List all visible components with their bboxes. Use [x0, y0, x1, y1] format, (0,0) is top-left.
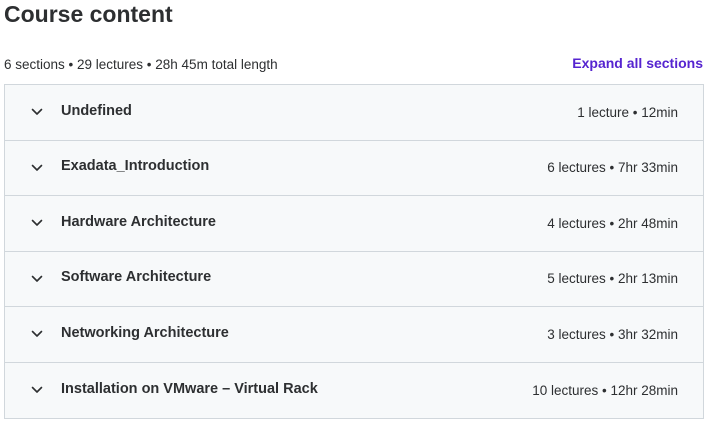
chevron-down-icon — [31, 219, 61, 227]
page-title: Course content — [4, 1, 173, 27]
section-item[interactable]: Software Architecture 5 lectures • 2hr 1… — [5, 251, 703, 307]
section-title: Installation on VMware – Virtual Rack — [61, 380, 318, 397]
section-meta: 10 lectures • 12hr 28min — [532, 382, 678, 398]
section-item[interactable]: Installation on VMware – Virtual Rack 10… — [5, 362, 703, 418]
chevron-down-icon — [31, 386, 61, 394]
section-title: Networking Architecture — [61, 324, 229, 341]
section-title: Exadata_Introduction — [61, 158, 210, 175]
section-list: Undefined 1 lecture • 12min Exadata_Intr… — [4, 84, 704, 419]
section-item[interactable]: Hardware Architecture 4 lectures • 2hr 4… — [5, 196, 703, 252]
section-title: Hardware Architecture — [61, 213, 216, 230]
section-title: Software Architecture — [61, 269, 212, 286]
chevron-down-icon — [31, 108, 61, 116]
section-meta: 5 lectures • 2hr 13min — [547, 271, 678, 287]
section-meta: 4 lectures • 2hr 48min — [547, 215, 678, 231]
section-meta: 6 lectures • 7hr 33min — [547, 160, 678, 176]
section-title: Undefined — [61, 102, 132, 119]
chevron-down-icon — [31, 164, 61, 172]
section-item[interactable]: Exadata_Introduction 6 lectures • 7hr 33… — [5, 140, 703, 196]
section-item[interactable]: Undefined 1 lecture • 12min — [5, 85, 703, 141]
chevron-down-icon — [31, 330, 61, 338]
section-item[interactable]: Networking Architecture 3 lectures • 3hr… — [5, 307, 703, 363]
section-meta: 1 lecture • 12min — [577, 104, 678, 120]
chevron-down-icon — [31, 275, 61, 283]
course-summary: 6 sections • 29 lectures • 28h 45m total… — [4, 57, 278, 72]
expand-all-sections-button[interactable]: Expand all sections — [572, 54, 703, 72]
section-meta: 3 lectures • 3hr 32min — [547, 326, 678, 342]
